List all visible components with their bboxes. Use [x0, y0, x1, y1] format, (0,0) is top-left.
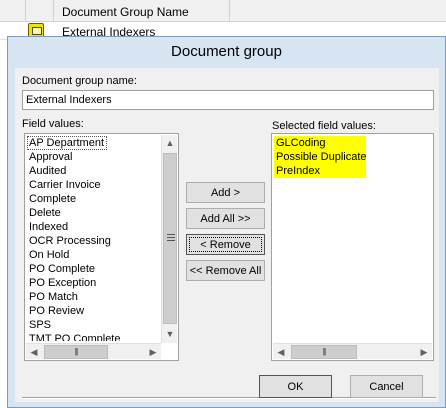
selected-values-hscroll[interactable]: ◀ ||| ▶ [273, 343, 432, 359]
selected-values-items: GLCoding Possible Duplicate PreIndex [274, 136, 431, 341]
grid-header: Document Group Name [0, 0, 446, 22]
field-values-hscroll[interactable]: ◀ ||| ▶ [26, 343, 161, 359]
field-value-item[interactable]: Indexed [27, 220, 159, 234]
document-group-name-label: Document group name: [22, 75, 137, 87]
grid-header-cell-blank [0, 0, 26, 22]
column-header-document-group-name[interactable]: Document Group Name [54, 0, 230, 22]
field-value-item[interactable]: AP Department [27, 136, 107, 150]
scroll-right-icon[interactable]: ▶ [145, 344, 161, 360]
field-value-item[interactable]: On Hold [27, 248, 159, 262]
add-button[interactable]: Add > [186, 182, 265, 203]
field-values-vscroll[interactable]: ▲ ▼ [161, 135, 177, 343]
cancel-button[interactable]: Cancel [350, 375, 423, 398]
remove-all-button[interactable]: << Remove All [186, 260, 265, 281]
field-value-item[interactable]: PO Review [27, 304, 159, 318]
selected-value-item[interactable]: GLCoding [274, 136, 366, 150]
field-value-item[interactable]: Carrier Invoice [27, 178, 159, 192]
add-all-button[interactable]: Add All >> [186, 208, 265, 229]
scroll-up-icon[interactable]: ▲ [162, 135, 178, 151]
field-value-item[interactable]: PO Match [27, 290, 159, 304]
field-value-item[interactable]: PO Exception [27, 276, 159, 290]
scroll-left-icon[interactable]: ◀ [26, 344, 42, 360]
hscroll-thumb[interactable]: ||| [291, 345, 357, 359]
scroll-down-icon[interactable]: ▼ [162, 326, 178, 342]
scroll-right-icon[interactable]: ▶ [416, 344, 432, 360]
field-values-label: Field values: [22, 118, 84, 130]
field-values-listbox[interactable]: AP Department Approval Audited Carrier Invo… [24, 133, 179, 361]
hscroll-thumb[interactable]: ||| [44, 345, 108, 359]
remove-button[interactable]: < Remove [186, 234, 265, 255]
document-group-dialog: Document group Document group name: Exte… [7, 36, 446, 408]
field-value-item[interactable]: Complete [27, 192, 159, 206]
field-values-items: AP Department Approval Audited Carrier Invo… [27, 136, 159, 341]
vscroll-thumb[interactable] [163, 153, 177, 324]
selected-value-item[interactable]: PreIndex [274, 164, 366, 178]
field-value-item[interactable]: SPS [27, 318, 159, 332]
document-group-name-input[interactable]: External Indexers [22, 90, 434, 110]
field-value-item[interactable]: Approval [27, 150, 159, 164]
scroll-left-icon[interactable]: ◀ [273, 344, 289, 360]
field-value-item[interactable]: Delete [27, 206, 159, 220]
ok-button[interactable]: OK [259, 375, 332, 398]
selected-value-item[interactable]: Possible Duplicate [274, 150, 367, 164]
dialog-title: Document group [171, 43, 282, 60]
field-value-item[interactable]: OCR Processing [27, 234, 159, 248]
field-value-item[interactable]: Audited [27, 164, 159, 178]
selected-values-listbox[interactable]: GLCoding Possible Duplicate PreIndex ◀ |||… [271, 133, 434, 361]
field-value-item[interactable]: PO Complete [27, 262, 159, 276]
selected-field-values-label: Selected field values: [272, 120, 376, 132]
grid-header-cell-icon [26, 0, 54, 22]
field-value-item[interactable]: TMT PO Complete [27, 332, 159, 341]
